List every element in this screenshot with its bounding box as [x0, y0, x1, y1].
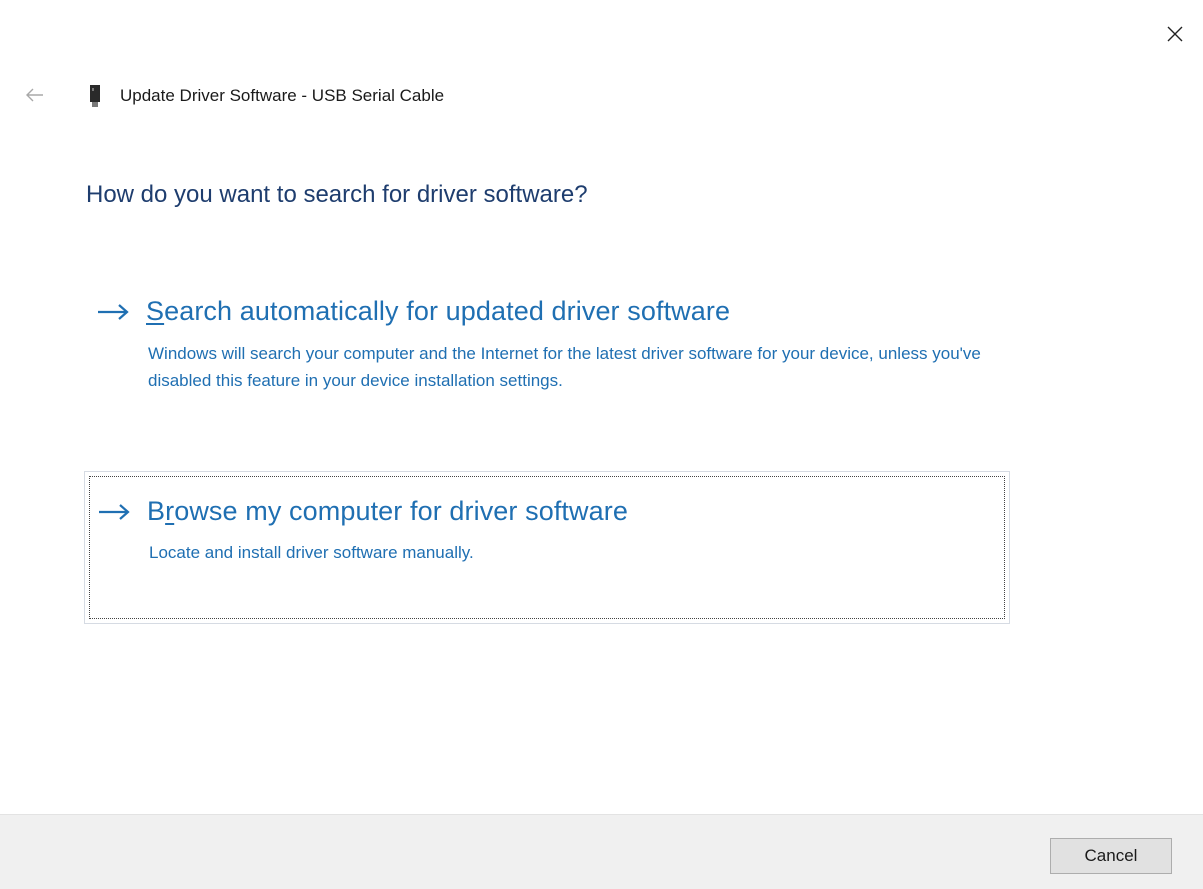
dialog-title-row: Update Driver Software - USB Serial Cabl…	[88, 84, 444, 108]
browse-computer-option[interactable]: Browse my computer for driver software L…	[84, 471, 1010, 624]
arrow-right-icon	[96, 297, 134, 327]
page-heading: How do you want to search for driver sof…	[86, 181, 588, 208]
option-description: Windows will search your computer and th…	[148, 344, 981, 390]
dialog-footer	[0, 814, 1203, 889]
option-title-post: earch automatically for updated driver s…	[164, 296, 731, 326]
option-title-mnemonic: S	[146, 296, 165, 326]
option-title-pre: B	[147, 496, 166, 526]
option-title-row: Search automatically for updated driver …	[96, 296, 730, 327]
option-description: Locate and install driver software manua…	[149, 543, 474, 562]
back-button[interactable]	[22, 82, 48, 108]
update-driver-dialog: Update Driver Software - USB Serial Cabl…	[0, 0, 1203, 889]
cancel-button[interactable]: Cancel	[1050, 838, 1172, 874]
usb-device-icon	[88, 85, 102, 107]
option-title: Browse my computer for driver software	[147, 496, 628, 527]
dialog-title: Update Driver Software - USB Serial Cabl…	[120, 86, 445, 105]
option-title: Search automatically for updated driver …	[146, 296, 730, 327]
option-title-mnemonic: r	[165, 496, 175, 526]
option-title-post: owse my computer for driver software	[174, 496, 628, 526]
option-title-row: Browse my computer for driver software	[97, 496, 628, 527]
arrow-right-icon	[97, 497, 135, 527]
close-icon	[1167, 26, 1183, 42]
close-button[interactable]	[1161, 20, 1189, 48]
search-automatically-option[interactable]: Search automatically for updated driver …	[84, 290, 1010, 440]
back-arrow-icon	[26, 88, 43, 102]
